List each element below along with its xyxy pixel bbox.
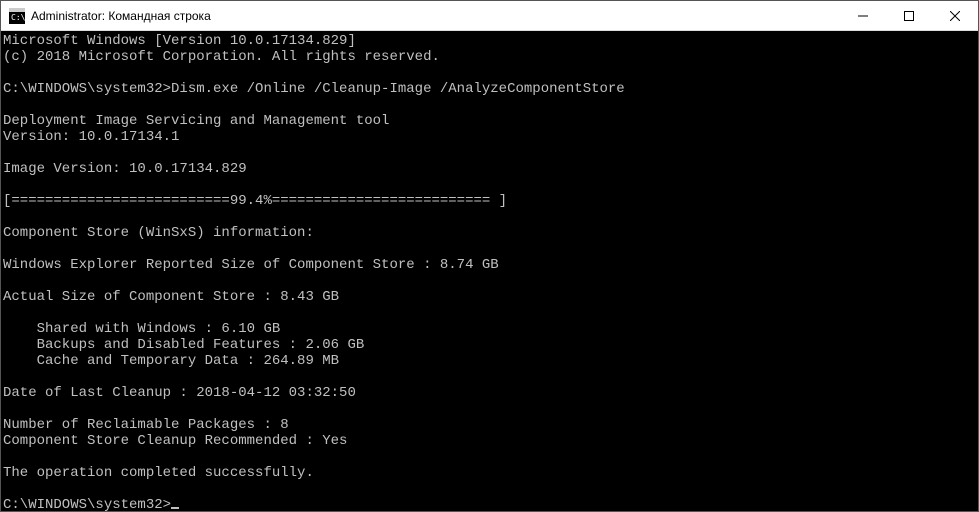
line: Windows Explorer Reported Size of Compon…	[3, 257, 499, 273]
line: Number of Reclaimable Packages : 8	[3, 417, 289, 433]
line: Backups and Disabled Features : 2.06 GB	[3, 337, 364, 353]
line: Deployment Image Servicing and Managemen…	[3, 113, 389, 129]
line: Component Store (WinSxS) information:	[3, 225, 314, 241]
window-controls	[840, 1, 978, 30]
line: (c) 2018 Microsoft Corporation. All righ…	[3, 49, 440, 65]
line: Actual Size of Component Store : 8.43 GB	[3, 289, 339, 305]
cursor	[171, 507, 179, 509]
titlebar[interactable]: C:\ Administrator: Командная строка	[1, 1, 978, 31]
prompt-line: C:\WINDOWS\system32>Dism.exe /Online /Cl…	[3, 81, 625, 97]
prompt-line: C:\WINDOWS\system32>	[3, 497, 171, 511]
svg-text:C:\: C:\	[11, 13, 25, 22]
minimize-button[interactable]	[840, 1, 886, 30]
cmd-icon: C:\	[9, 8, 25, 24]
line: The operation completed successfully.	[3, 465, 314, 481]
line: Image Version: 10.0.17134.829	[3, 161, 247, 177]
close-button[interactable]	[932, 1, 978, 30]
line: Shared with Windows : 6.10 GB	[3, 321, 280, 337]
line: Date of Last Cleanup : 2018-04-12 03:32:…	[3, 385, 356, 401]
progress-line: [==========================99.4%========…	[3, 193, 507, 209]
terminal-output[interactable]: Microsoft Windows [Version 10.0.17134.82…	[1, 31, 978, 511]
maximize-button[interactable]	[886, 1, 932, 30]
line: Cache and Temporary Data : 264.89 MB	[3, 353, 339, 369]
line: Component Store Cleanup Recommended : Ye…	[3, 433, 347, 449]
window-title: Administrator: Командная строка	[31, 9, 840, 23]
line: Version: 10.0.17134.1	[3, 129, 179, 145]
line: Microsoft Windows [Version 10.0.17134.82…	[3, 33, 356, 49]
